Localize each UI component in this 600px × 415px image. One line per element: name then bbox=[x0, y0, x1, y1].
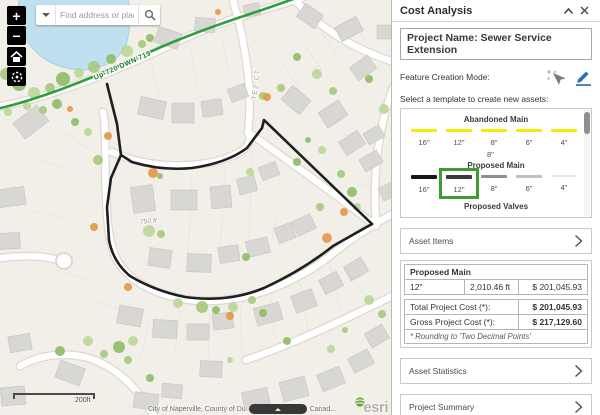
map-view[interactable]: Up-720 DWN-719 TEZ CT 750 ft + − bbox=[0, 0, 391, 415]
home-icon bbox=[10, 51, 23, 63]
attribution-text-right: Canad... bbox=[310, 406, 336, 413]
search-input[interactable] bbox=[56, 5, 138, 25]
line-swatch bbox=[411, 129, 437, 132]
attribution-toggle[interactable] bbox=[249, 404, 307, 414]
template-abandoned-extra[interactable]: 8" bbox=[487, 150, 591, 159]
chevron-right-icon bbox=[574, 400, 583, 414]
line-swatch bbox=[516, 175, 542, 178]
scale-label: 200ft bbox=[75, 397, 91, 404]
select-template-label: Select a template to create new assets: bbox=[400, 94, 592, 104]
template-proposed-4[interactable]: 4" bbox=[547, 171, 581, 196]
line-swatch bbox=[481, 129, 507, 132]
esri-wordmark: esri bbox=[363, 401, 388, 415]
feature-creation-mode-row: Feature Creation Mode: bbox=[400, 68, 592, 86]
template-proposed-8[interactable]: 8" bbox=[477, 171, 511, 196]
template-picker: Abandoned Main 16" 12" 8" 6" 4" 8" Propo… bbox=[400, 108, 592, 218]
section-asset-statistics[interactable]: Asset Statistics bbox=[400, 358, 592, 384]
section-project-summary[interactable]: Project Summary bbox=[400, 394, 592, 415]
cost-table: Proposed Main 12" 2,010.46 ft $ 201,045.… bbox=[400, 260, 592, 348]
search-button[interactable] bbox=[138, 5, 160, 25]
asset-size: 12" bbox=[405, 280, 465, 294]
template-scrollbar-thumb[interactable] bbox=[584, 112, 590, 134]
template-abandoned-4[interactable]: 4" bbox=[547, 125, 581, 149]
caret-up-icon bbox=[275, 405, 281, 411]
template-group-title: Proposed Valves bbox=[401, 202, 591, 211]
template-group-title: Proposed Main bbox=[401, 161, 591, 170]
cul-de-sac bbox=[56, 253, 72, 269]
line-swatch bbox=[481, 175, 507, 178]
zoom-in-button[interactable]: + bbox=[7, 6, 26, 25]
asset-cost: $ 201,045.93 bbox=[519, 280, 587, 294]
scale-bar: 200ft bbox=[13, 393, 95, 399]
locate-icon bbox=[10, 70, 24, 84]
section-asset-items[interactable]: Asset Items bbox=[400, 228, 592, 254]
line-swatch bbox=[411, 175, 437, 179]
footnote-row: * Rounding to 'Two Decimal Points' bbox=[405, 330, 587, 343]
asset-length: 2,010.46 ft bbox=[465, 280, 519, 294]
line-swatch bbox=[516, 129, 542, 132]
template-row-abandoned: 16" 12" 8" 6" 4" bbox=[401, 125, 591, 149]
panel-header: Cost Analysis bbox=[392, 0, 600, 22]
template-abandoned-8[interactable]: 8" bbox=[477, 125, 511, 149]
app: Up-720 DWN-719 TEZ CT 750 ft + − bbox=[0, 0, 600, 415]
line-swatch bbox=[446, 129, 472, 132]
line-swatch bbox=[446, 175, 472, 179]
search-icon bbox=[144, 9, 156, 21]
chevron-right-icon bbox=[574, 234, 583, 248]
total-cost-value: $ 201,045.93 bbox=[519, 300, 587, 314]
chevron-right-icon bbox=[574, 364, 583, 378]
locate-button[interactable] bbox=[7, 67, 26, 86]
search-dropdown-button[interactable] bbox=[36, 5, 56, 25]
template-row-proposed: 16" 12" 8" 6" 4" bbox=[401, 171, 591, 196]
dropdown-caret-icon bbox=[42, 13, 50, 21]
zoom-out-button[interactable]: − bbox=[7, 26, 26, 45]
panel-body: Project Name: Sewer Service Extension Fe… bbox=[392, 22, 600, 415]
search-box bbox=[36, 5, 160, 25]
map-canvas[interactable]: Up-720 DWN-719 TEZ CT 750 ft bbox=[0, 0, 391, 415]
template-proposed-6[interactable]: 6" bbox=[512, 171, 546, 196]
gross-cost-row: Gross Project Cost (*): $ 217,129.60 bbox=[405, 315, 587, 330]
rounding-footnote: * Rounding to 'Two Decimal Points' bbox=[405, 330, 536, 343]
template-proposed-12-selected[interactable]: 12" bbox=[442, 171, 476, 196]
project-name: Project Name: Sewer Service Extension bbox=[400, 28, 592, 60]
template-abandoned-16[interactable]: 16" bbox=[407, 125, 441, 149]
gross-cost-value: $ 217,129.60 bbox=[519, 315, 587, 329]
cost-analysis-panel: Cost Analysis Project Name: Sewer Servic… bbox=[391, 0, 600, 415]
map-attribution: City of Naperville, County of Du Canad..… bbox=[148, 404, 336, 414]
line-swatch bbox=[551, 175, 577, 177]
panel-title: Cost Analysis bbox=[400, 5, 560, 17]
template-abandoned-6[interactable]: 6" bbox=[512, 125, 546, 149]
template-proposed-16[interactable]: 16" bbox=[407, 171, 441, 196]
attribution-text-left: City of Naperville, County of Du bbox=[148, 406, 246, 413]
line-swatch bbox=[551, 129, 577, 132]
esri-logo: esri bbox=[355, 397, 388, 415]
cost-table-group: Proposed Main bbox=[405, 265, 587, 280]
template-group-title: Abandoned Main bbox=[401, 115, 591, 124]
cost-table-row: 12" 2,010.46 ft $ 201,045.93 bbox=[405, 280, 587, 294]
home-button[interactable] bbox=[7, 47, 26, 66]
template-abandoned-12[interactable]: 12" bbox=[442, 125, 476, 149]
feature-creation-mode-label: Feature Creation Mode: bbox=[400, 72, 547, 82]
total-cost-row: Total Project Cost (*): $ 201,045.93 bbox=[405, 300, 587, 315]
collapse-icon[interactable] bbox=[560, 3, 576, 19]
sparkle-cursor-icon[interactable] bbox=[547, 69, 565, 86]
close-icon[interactable] bbox=[576, 3, 592, 19]
pencil-icon[interactable] bbox=[575, 68, 592, 86]
